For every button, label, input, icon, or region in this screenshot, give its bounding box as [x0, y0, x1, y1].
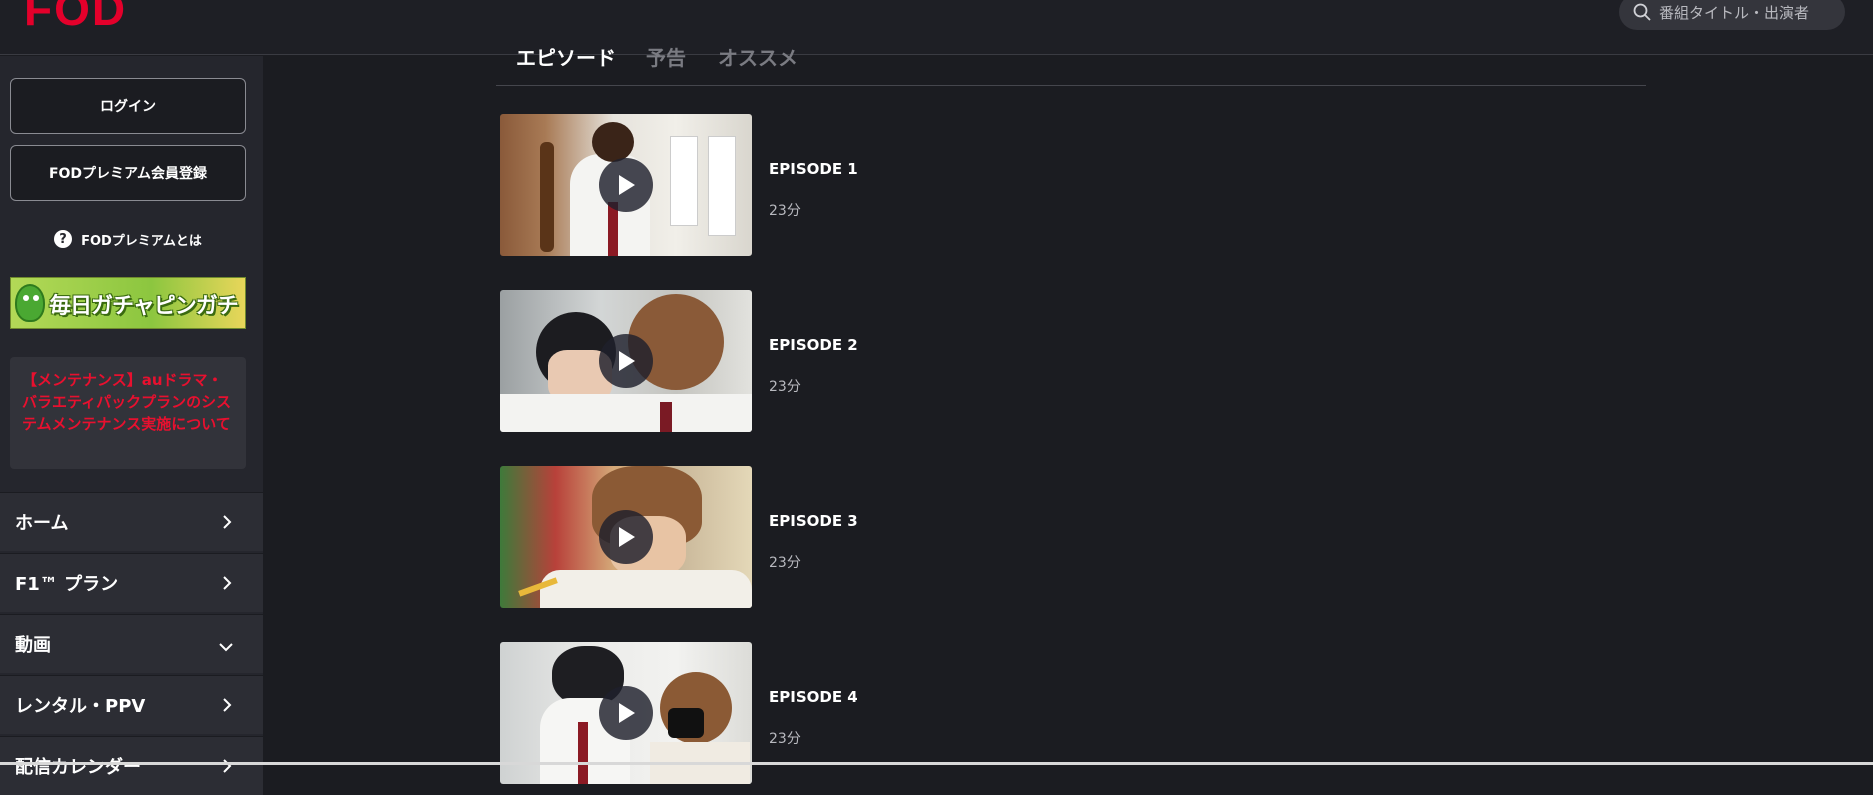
chevron-down-icon — [219, 643, 233, 652]
chevron-right-icon — [223, 759, 232, 773]
search-input[interactable]: 番組タイトル・出演者 — [1619, 0, 1845, 30]
episode-title[interactable]: EPISODE 1 — [769, 160, 858, 178]
sidebar-item-label: 配信カレンダー — [15, 757, 141, 778]
tab-trailer[interactable]: 予告 — [646, 42, 686, 71]
episode-thumbnail[interactable] — [500, 114, 752, 256]
chevron-right-icon — [223, 698, 232, 712]
login-button[interactable]: ログイン — [10, 78, 246, 134]
episode-title[interactable]: EPISODE 3 — [769, 512, 858, 530]
episode-title[interactable]: EPISODE 2 — [769, 336, 858, 354]
episode-duration: 23分 — [769, 731, 801, 747]
episode-thumbnail[interactable] — [500, 466, 752, 608]
episode-item[interactable]: EPISODE 1 23分 — [500, 114, 1253, 256]
sidebar-item-calendar[interactable]: 配信カレンダー — [0, 736, 263, 795]
tie-shape — [578, 722, 588, 784]
episode-thumbnail[interactable] — [500, 290, 752, 432]
question-icon: ? — [54, 230, 73, 248]
premium-about-link[interactable]: ? FODプレミアムとは — [0, 227, 256, 251]
episode-duration: 23分 — [769, 203, 801, 219]
tab-episodes[interactable]: エピソード — [516, 42, 616, 71]
shirt-shape — [500, 394, 752, 432]
calligraphy-paper — [670, 136, 698, 226]
sidebar: ログイン FODプレミアム会員登録 ? FODプレミアムとは 毎日ガチャピンガチ… — [0, 56, 263, 795]
hair-shape — [592, 122, 634, 162]
fod-logo[interactable]: FOD — [24, 0, 127, 36]
episode-duration: 23分 — [769, 555, 801, 571]
sidebar-item-f1-plan[interactable]: F1™ プラン — [0, 553, 263, 612]
calligraphy-paper — [708, 136, 736, 236]
chevron-right-icon — [223, 576, 232, 590]
sidebar-item-video[interactable]: 動画 — [0, 614, 263, 673]
play-icon[interactable] — [599, 334, 653, 388]
play-icon[interactable] — [599, 158, 653, 212]
guitar-shape — [540, 142, 554, 252]
episode-title[interactable]: EPISODE 4 — [769, 688, 858, 706]
search-icon — [1633, 3, 1651, 21]
maintenance-notice[interactable]: 【メンテナンス】auドラマ・バラエティパックプランのシステムメンテナンス実施につ… — [10, 357, 246, 469]
banner-text: 毎日ガチャピンガチャ — [49, 294, 239, 328]
sidebar-item-home[interactable]: ホーム — [0, 492, 263, 551]
episode-duration: 23分 — [769, 379, 801, 395]
sidebar-item-label: ホーム — [15, 513, 69, 534]
episode-item[interactable]: EPISODE 3 23分 — [500, 466, 1253, 608]
sidebar-item-rental-ppv[interactable]: レンタル・PPV — [0, 675, 263, 734]
chevron-right-icon — [223, 515, 232, 529]
play-icon[interactable] — [599, 510, 653, 564]
gachapin-mascot-icon — [15, 284, 45, 322]
tab-recommend[interactable]: オススメ — [718, 42, 798, 71]
content-tabs: エピソード 予告 オススメ — [496, 36, 1646, 86]
sidebar-item-label: F1™ プラン — [15, 574, 119, 595]
mask-shape — [668, 708, 704, 738]
tie-shape — [660, 402, 672, 432]
search-placeholder: 番組タイトル・出演者 — [1659, 3, 1810, 22]
sidebar-item-label: レンタル・PPV — [15, 696, 146, 717]
premium-about-label: FODプレミアムとは — [81, 233, 202, 249]
episode-item[interactable]: EPISODE 2 23分 — [500, 290, 1253, 432]
play-icon[interactable] — [599, 686, 653, 740]
premium-register-button[interactable]: FODプレミアム会員登録 — [10, 145, 246, 201]
shirt-shape — [540, 570, 752, 608]
sidebar-item-label: 動画 — [15, 635, 51, 656]
gachapin-banner[interactable]: 毎日ガチャピンガチャ — [10, 277, 246, 329]
